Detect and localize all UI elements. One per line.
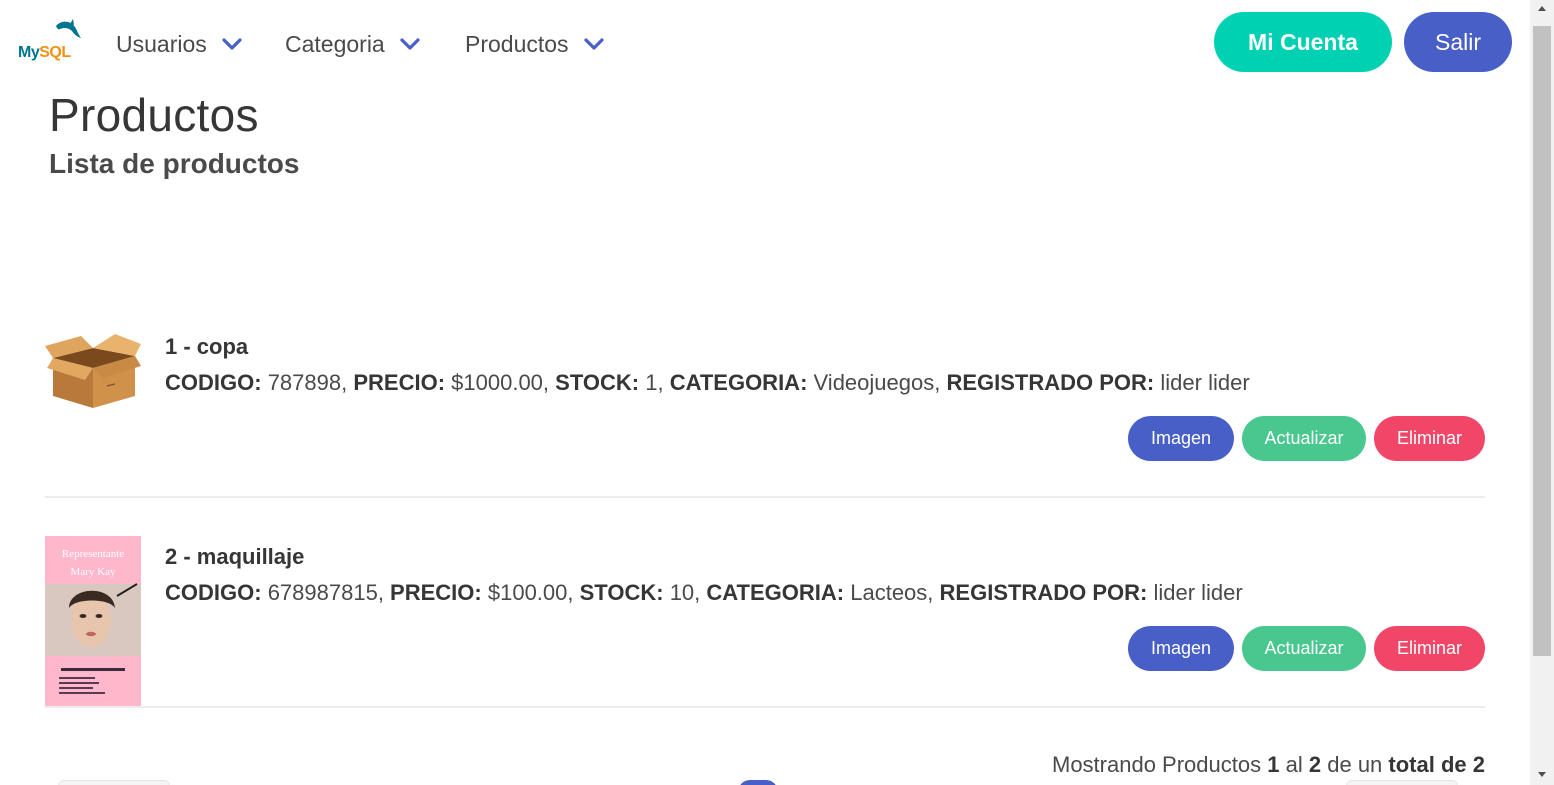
stock-value: 1 bbox=[645, 370, 658, 395]
summary-of: de un bbox=[1327, 752, 1383, 777]
flyer-text-line1: Representante bbox=[62, 548, 124, 560]
registered-by-label: REGISTRADO POR: bbox=[946, 370, 1155, 395]
results-summary: Mostrando Productos 1 al 2 de un total d… bbox=[1052, 752, 1485, 778]
summary-to: 2 bbox=[1308, 752, 1322, 777]
product-name: 1 - copa bbox=[165, 334, 249, 359]
image-button[interactable]: Imagen bbox=[1128, 626, 1234, 671]
logo-text: MySQL bbox=[18, 44, 71, 62]
logout-button[interactable]: Salir bbox=[1404, 12, 1512, 72]
page-title: Productos bbox=[49, 89, 259, 141]
stock-value: 10 bbox=[669, 580, 695, 605]
nav-productos[interactable]: Productos bbox=[465, 28, 605, 60]
pagination-current-page[interactable] bbox=[738, 780, 778, 785]
flyer-text-line2: Mary Kay bbox=[71, 566, 116, 578]
product-name: 2 - maquillaje bbox=[165, 544, 305, 569]
mysql-logo[interactable]: MySQL bbox=[16, 18, 82, 66]
product-item: Representante Mary Kay 2 - maquillaje CO… bbox=[45, 536, 1485, 708]
product-details: CODIGO: 787898, PRECIO: $1000.00, STOCK:… bbox=[165, 370, 1250, 395]
registered-by-value: lider lider bbox=[1160, 370, 1250, 395]
chevron-down-icon bbox=[400, 38, 420, 50]
price-value: $100.00 bbox=[487, 580, 568, 605]
nav-categoria-label: Categoria bbox=[285, 30, 385, 57]
code-label: CODIGO: bbox=[165, 580, 262, 605]
makeup-flyer-image: Representante Mary Kay bbox=[45, 536, 141, 706]
price-label: PRECIO: bbox=[353, 370, 446, 395]
pagination-previous-button[interactable] bbox=[58, 780, 170, 785]
image-button[interactable]: Imagen bbox=[1128, 416, 1234, 461]
pagination-next-button[interactable] bbox=[1346, 780, 1458, 785]
price-label: PRECIO: bbox=[390, 580, 482, 605]
code-value: 787898 bbox=[267, 370, 342, 395]
cardboard-box-icon bbox=[45, 334, 141, 408]
registered-by-value: lider lider bbox=[1153, 580, 1243, 605]
code-label: CODIGO: bbox=[165, 370, 262, 395]
code-value: 678987815 bbox=[267, 580, 378, 605]
update-button[interactable]: Actualizar bbox=[1242, 626, 1366, 671]
nav-usuarios[interactable]: Usuarios bbox=[116, 28, 243, 60]
stock-label: STOCK: bbox=[579, 580, 664, 605]
my-account-button[interactable]: Mi Cuenta bbox=[1214, 12, 1392, 72]
registered-by-label: REGISTRADO POR: bbox=[939, 580, 1148, 605]
scroll-thumb[interactable] bbox=[1533, 26, 1551, 656]
delete-button[interactable]: Eliminar bbox=[1374, 416, 1485, 461]
logo-my: My bbox=[18, 44, 40, 61]
summary-prefix: Mostrando Productos bbox=[1052, 752, 1262, 777]
update-button[interactable]: Actualizar bbox=[1242, 416, 1366, 461]
delete-button[interactable]: Eliminar bbox=[1374, 626, 1485, 671]
navbar: MySQL Usuarios Categoria Productos Mi Cu… bbox=[0, 0, 1530, 88]
summary-from: 1 bbox=[1267, 752, 1280, 777]
nav-categoria[interactable]: Categoria bbox=[285, 28, 421, 60]
stock-label: STOCK: bbox=[555, 370, 640, 395]
product-item: 1 - copa CODIGO: 787898, PRECIO: $1000.0… bbox=[45, 328, 1485, 498]
summary-total: total de 2 bbox=[1388, 752, 1485, 777]
category-value: Lacteos bbox=[850, 580, 928, 605]
product-details: CODIGO: 678987815, PRECIO: $100.00, STOC… bbox=[165, 580, 1243, 605]
logo-sql: SQL bbox=[39, 44, 71, 61]
category-label: CATEGORIA: bbox=[669, 370, 808, 395]
chevron-down-icon bbox=[222, 38, 242, 50]
price-value: $1000.00 bbox=[451, 370, 543, 395]
nav-usuarios-label: Usuarios bbox=[116, 30, 207, 57]
scroll-down-arrow-icon[interactable] bbox=[1538, 772, 1546, 777]
summary-mid: al bbox=[1285, 752, 1303, 777]
product-actions: Imagen Actualizar Eliminar bbox=[1128, 416, 1485, 461]
page-scrollbar[interactable] bbox=[1530, 0, 1554, 785]
page-subtitle: Lista de productos bbox=[49, 148, 300, 179]
chevron-down-icon bbox=[583, 38, 604, 50]
scroll-up-arrow-icon[interactable] bbox=[1538, 6, 1546, 11]
category-value: Videojuegos bbox=[813, 370, 935, 395]
category-label: CATEGORIA: bbox=[706, 580, 845, 605]
product-actions: Imagen Actualizar Eliminar bbox=[1128, 626, 1485, 671]
nav-productos-label: Productos bbox=[465, 30, 569, 57]
